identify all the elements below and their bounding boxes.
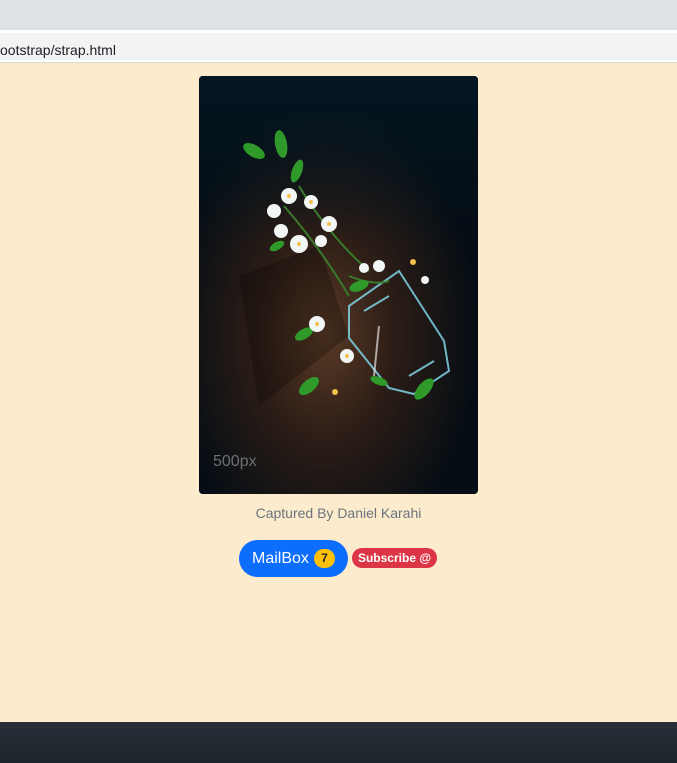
browser-tab-strip bbox=[0, 0, 677, 30]
url-field[interactable]: ootstrap/strap.html bbox=[0, 33, 677, 60]
watermark-text: 500px bbox=[213, 453, 257, 470]
subscribe-badge[interactable]: Subscribe @ bbox=[352, 548, 437, 568]
page-footer bbox=[0, 722, 677, 763]
browser-address-bar: ootstrap/strap.html bbox=[0, 30, 677, 63]
flower-photo: 500px bbox=[199, 76, 478, 494]
page-content: 500px Captured By Daniel Karahi MailBox … bbox=[0, 64, 677, 722]
url-text: ootstrap/strap.html bbox=[0, 42, 116, 58]
mailbox-label: MailBox bbox=[252, 549, 309, 567]
mailbox-button[interactable]: MailBox 7 bbox=[239, 540, 348, 577]
figure-image: 500px bbox=[199, 76, 478, 494]
mailbox-count-badge: 7 bbox=[313, 549, 335, 568]
figure-caption: Captured By Daniel Karahi bbox=[255, 505, 422, 521]
